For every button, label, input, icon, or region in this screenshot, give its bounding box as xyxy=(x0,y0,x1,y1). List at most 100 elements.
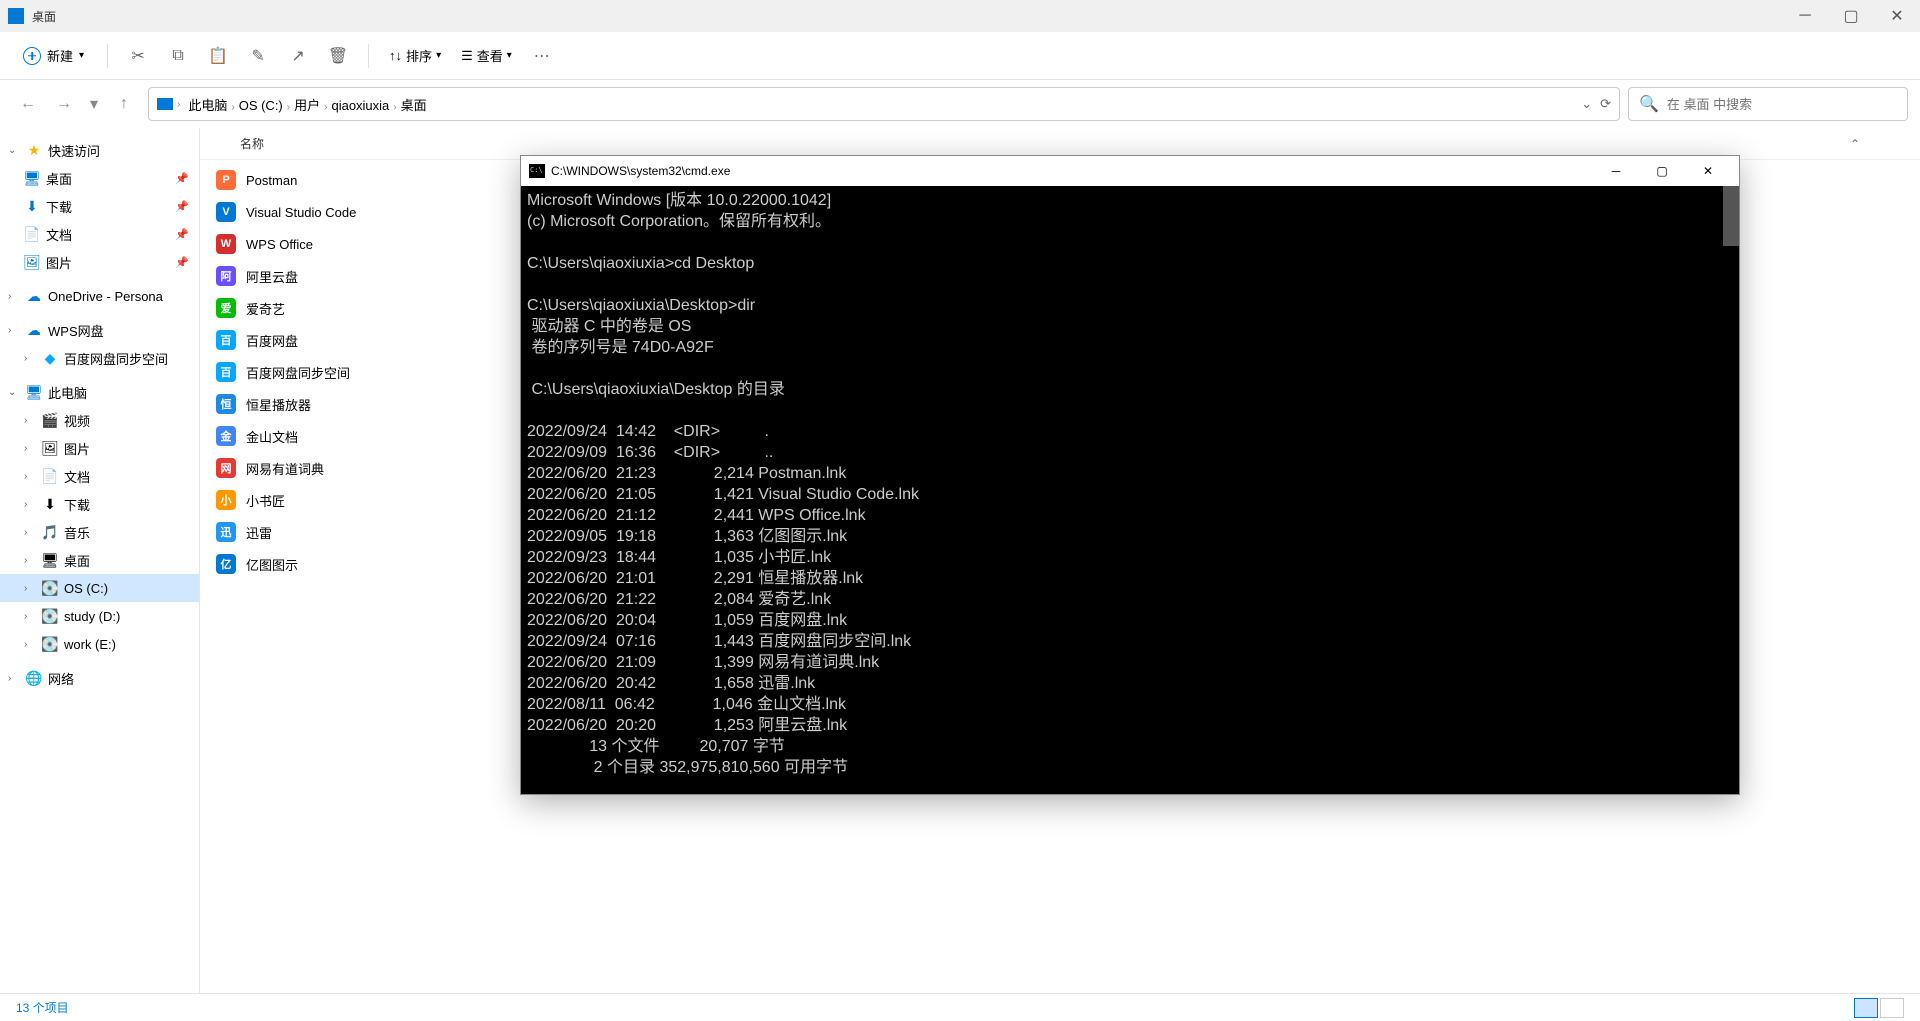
pc-icon xyxy=(157,98,173,110)
address-bar[interactable]: › 此电脑›OS (C:)›用户›qiaoxiuxia›桌面 ⌄ ⟳ xyxy=(148,87,1620,121)
refresh-icon[interactable]: ⟳ xyxy=(1600,96,1611,112)
app-icon: 亿 xyxy=(216,554,236,574)
breadcrumb-segment[interactable]: OS (C:) xyxy=(235,96,287,115)
sort-button[interactable]: ↑↓ 排序 ▾ xyxy=(381,40,449,71)
explorer-toolbar: 新建 ▾ ✂ ⧉ 📋 ✎ ↗ 🗑 ↑↓ 排序 ▾ ☰ 查看 ▾ ⋯ xyxy=(0,32,1920,80)
breadcrumb-segment[interactable]: 桌面 xyxy=(397,96,431,115)
app-icon: 恒 xyxy=(216,394,236,414)
sidebar-onedrive[interactable]: ›☁OneDrive - Persona xyxy=(0,282,199,310)
sidebar-item-drive-c[interactable]: ›💽OS (C:) xyxy=(0,574,199,602)
copy-icon[interactable]: ⧉ xyxy=(160,38,196,74)
file-name: 金山文档 xyxy=(246,427,298,446)
file-name: Postman xyxy=(246,173,297,188)
file-name: 恒星播放器 xyxy=(246,395,311,414)
file-name: 网易有道词典 xyxy=(246,459,324,478)
new-button[interactable]: 新建 ▾ xyxy=(12,39,95,72)
app-icon: V xyxy=(216,202,236,222)
view-details-button[interactable] xyxy=(1854,998,1878,1018)
file-name: 亿图图示 xyxy=(246,555,298,574)
explorer-navbar: ← → ▾ ↑ › 此电脑›OS (C:)›用户›qiaoxiuxia›桌面 ⌄… xyxy=(0,80,1920,128)
breadcrumb-segment[interactable]: qiaoxiuxia xyxy=(327,96,393,115)
file-name: Visual Studio Code xyxy=(246,205,356,220)
sidebar-item-drive-e[interactable]: ›💽work (E:) xyxy=(0,630,199,658)
cmd-terminal[interactable]: Microsoft Windows [版本 10.0.22000.1042] (… xyxy=(521,186,1739,794)
window-title: 桌面 xyxy=(32,8,56,25)
chevron-down-icon[interactable]: ⌄ xyxy=(1581,96,1592,112)
back-button[interactable]: ← xyxy=(12,88,44,120)
forward-button[interactable]: → xyxy=(48,88,80,120)
sidebar-item-downloads2[interactable]: ›⬇下载 xyxy=(0,490,199,518)
sidebar-item-drive-d[interactable]: ›💽study (D:) xyxy=(0,602,199,630)
chevron-down-icon: ▾ xyxy=(79,50,84,61)
up-button[interactable]: ↑ xyxy=(108,88,140,120)
sidebar-this-pc[interactable]: ⌄🖥此电脑 xyxy=(0,378,199,406)
cmd-close-button[interactable]: ✕ xyxy=(1685,156,1731,186)
maximize-button[interactable]: ▢ xyxy=(1828,0,1874,32)
pin-icon: 📌 xyxy=(175,256,189,269)
sidebar-item-videos[interactable]: ›🎬视频 xyxy=(0,406,199,434)
app-icon: 爱 xyxy=(216,298,236,318)
dropdown-history[interactable]: ▾ xyxy=(84,88,104,120)
minimize-button[interactable]: ─ xyxy=(1782,0,1828,32)
app-icon: 百 xyxy=(216,362,236,382)
cmd-title-text: C:\WINDOWS\system32\cmd.exe xyxy=(551,164,730,178)
close-button[interactable]: ✕ xyxy=(1874,0,1920,32)
cmd-window[interactable]: C:\WINDOWS\system32\cmd.exe ─ ▢ ✕ Micros… xyxy=(520,155,1740,795)
pin-icon: 📌 xyxy=(175,200,189,213)
folder-icon xyxy=(8,8,24,24)
search-input[interactable] xyxy=(1667,97,1897,112)
breadcrumb-segment[interactable]: 用户 xyxy=(290,96,324,115)
item-count: 13 个项目 xyxy=(16,999,69,1016)
app-icon: 百 xyxy=(216,330,236,350)
sidebar-item-documents2[interactable]: ›📄文档 xyxy=(0,462,199,490)
sidebar-item-music[interactable]: ›🎵音乐 xyxy=(0,518,199,546)
app-icon: 网 xyxy=(216,458,236,478)
sidebar-item-downloads[interactable]: ⬇下载📌 xyxy=(0,192,199,220)
cmd-titlebar[interactable]: C:\WINDOWS\system32\cmd.exe ─ ▢ ✕ xyxy=(521,156,1739,186)
sidebar-wps[interactable]: ›☁WPS网盘 xyxy=(0,316,199,344)
paste-icon[interactable]: 📋 xyxy=(200,38,236,74)
delete-icon[interactable]: 🗑 xyxy=(320,38,356,74)
cmd-minimize-button[interactable]: ─ xyxy=(1593,156,1639,186)
sidebar-item-pictures2[interactable]: ›🖼图片 xyxy=(0,434,199,462)
view-button[interactable]: ☰ 查看 ▾ xyxy=(453,40,520,71)
breadcrumb-segment[interactable]: 此电脑 xyxy=(184,96,231,115)
cmd-scrollbar[interactable] xyxy=(1723,186,1739,246)
file-name: 爱奇艺 xyxy=(246,299,285,318)
cmd-maximize-button[interactable]: ▢ xyxy=(1639,156,1685,186)
sidebar-network[interactable]: ›🌐网络 xyxy=(0,664,199,692)
sidebar-item-desktop[interactable]: 🖥桌面📌 xyxy=(0,164,199,192)
search-icon: 🔍 xyxy=(1639,94,1659,114)
explorer-titlebar[interactable]: 桌面 ─ ▢ ✕ xyxy=(0,0,1920,32)
view-icon: ☰ xyxy=(461,48,473,64)
file-name: 迅雷 xyxy=(246,523,272,542)
sidebar-quick-access[interactable]: ⌄★快速访问 xyxy=(0,136,199,164)
app-icon: 阿 xyxy=(216,266,236,286)
sidebar-item-desktop2[interactable]: ›🖥桌面 xyxy=(0,546,199,574)
pin-icon: 📌 xyxy=(175,228,189,241)
sidebar-item-documents[interactable]: 📄文档📌 xyxy=(0,220,199,248)
more-icon[interactable]: ⋯ xyxy=(524,38,560,74)
cut-icon[interactable]: ✂ xyxy=(120,38,156,74)
view-icons-button[interactable] xyxy=(1880,998,1904,1018)
sidebar-item-pictures[interactable]: 🖼图片📌 xyxy=(0,248,199,276)
pin-icon: 📌 xyxy=(175,172,189,185)
explorer-sidebar: ⌄★快速访问 🖥桌面📌 ⬇下载📌 📄文档📌 🖼图片📌 ›☁OneDrive - … xyxy=(0,128,200,993)
search-box[interactable]: 🔍 xyxy=(1628,87,1908,121)
app-icon: 小 xyxy=(216,490,236,510)
app-icon: 迅 xyxy=(216,522,236,542)
file-name: 百度网盘同步空间 xyxy=(246,363,350,382)
share-icon[interactable]: ↗ xyxy=(280,38,316,74)
file-name: 小书匠 xyxy=(246,491,285,510)
status-bar: 13 个项目 xyxy=(0,993,1920,1021)
app-icon: 金 xyxy=(216,426,236,446)
file-name: 百度网盘 xyxy=(246,331,298,350)
sidebar-baidu-sync[interactable]: ›◆百度网盘同步空间 xyxy=(0,344,199,372)
sort-icon: ↑↓ xyxy=(389,48,402,63)
rename-icon[interactable]: ✎ xyxy=(240,38,276,74)
app-icon: P xyxy=(216,170,236,190)
sort-indicator[interactable]: ⌃ xyxy=(1850,137,1860,151)
separator xyxy=(107,44,108,68)
separator xyxy=(368,44,369,68)
plus-icon xyxy=(23,47,41,65)
